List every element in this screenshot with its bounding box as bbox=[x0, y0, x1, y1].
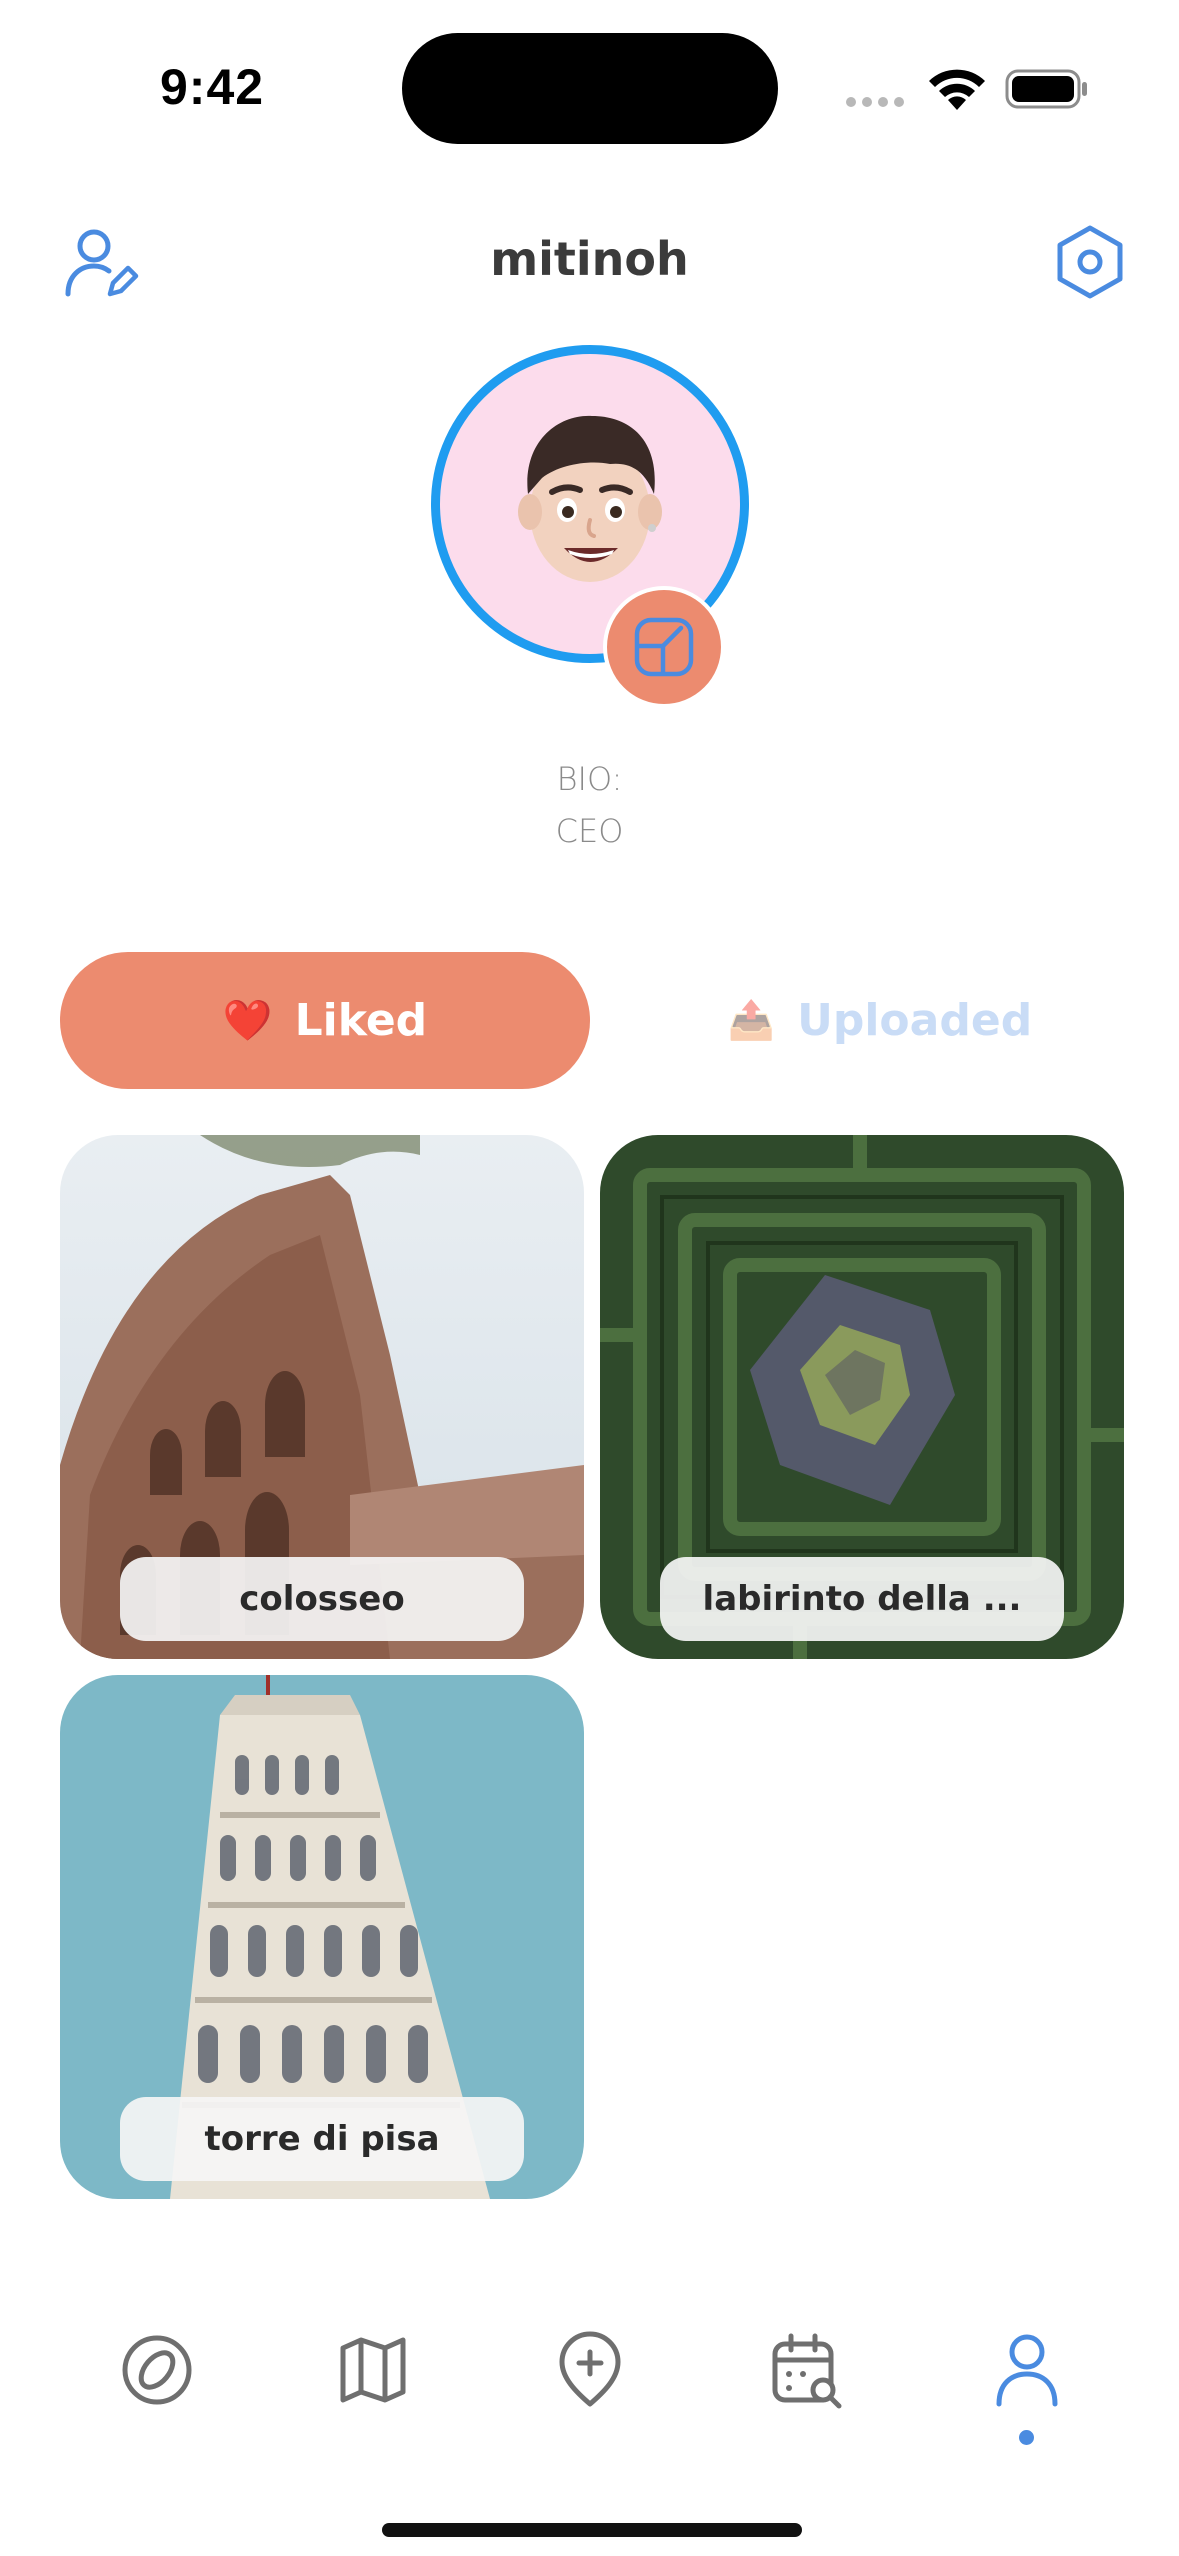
upload-tray-icon: 📤 bbox=[727, 998, 776, 1042]
status-time: 9:42 bbox=[160, 59, 265, 115]
compass-icon bbox=[122, 2335, 192, 2405]
person-icon bbox=[996, 2334, 1058, 2407]
settings-button[interactable] bbox=[1052, 222, 1128, 302]
active-tab-indicator bbox=[1019, 2430, 1034, 2445]
nav-profile[interactable] bbox=[982, 2325, 1072, 2415]
tab-liked[interactable]: ❤️ Liked bbox=[60, 952, 590, 1089]
card-label: colosseo bbox=[120, 1557, 524, 1641]
nav-map[interactable] bbox=[328, 2325, 418, 2415]
tab-liked-label: Liked bbox=[294, 995, 428, 1046]
heart-icon: ❤️ bbox=[222, 998, 273, 1044]
hexagon-gear-icon bbox=[1057, 225, 1123, 299]
profile-screen: 9:42 mitinoh BIO: CEO ❤️ Liked 📤 Uploade… bbox=[0, 0, 1179, 2556]
place-card-colosseo[interactable]: colosseo bbox=[60, 1135, 584, 1659]
add-location-icon bbox=[559, 2331, 621, 2407]
tab-uploaded-label: Uploaded bbox=[797, 995, 1033, 1046]
card-label: labirinto della ... bbox=[660, 1557, 1064, 1641]
avatar-edit-badge[interactable] bbox=[603, 586, 725, 708]
page-title: mitinoh bbox=[490, 232, 689, 286]
home-indicator[interactable] bbox=[382, 2523, 802, 2537]
place-card-torre-di-pisa[interactable]: torre di pisa bbox=[60, 1675, 584, 2199]
battery-icon bbox=[1005, 69, 1087, 109]
dynamic-island bbox=[402, 33, 778, 144]
nav-explore[interactable] bbox=[112, 2325, 202, 2415]
calendar-search-icon bbox=[772, 2333, 842, 2409]
wifi-icon bbox=[929, 69, 985, 110]
place-card-labirinto[interactable]: labirinto della ... bbox=[600, 1135, 1124, 1659]
nav-add[interactable] bbox=[545, 2325, 635, 2415]
card-label: torre di pisa bbox=[120, 2097, 524, 2181]
map-icon bbox=[340, 2337, 406, 2403]
signal-icon bbox=[846, 97, 904, 107]
bio-text: CEO bbox=[555, 812, 624, 850]
tab-uploaded[interactable]: 📤 Uploaded bbox=[640, 952, 1120, 1089]
nav-calendar[interactable] bbox=[762, 2325, 852, 2415]
bio-label: BIO: bbox=[556, 760, 623, 798]
wallet-icon bbox=[634, 617, 694, 677]
